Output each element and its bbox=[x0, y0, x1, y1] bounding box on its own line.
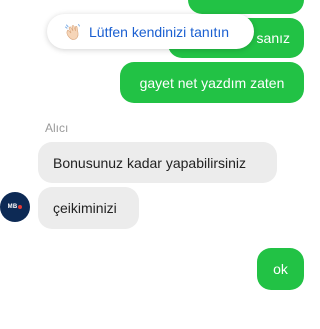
introduce-yourself-button[interactable]: Lütfen kendinizi tanıtın bbox=[47, 14, 254, 49]
outgoing-message: gayet net yazdım zaten bbox=[120, 62, 304, 103]
message-text: sanız bbox=[256, 30, 290, 46]
message-text: Bonusunuz kadar yapabilirsiniz bbox=[53, 154, 246, 171]
outgoing-message bbox=[188, 0, 304, 14]
waving-hand-icon bbox=[65, 23, 80, 40]
incoming-message: çeikiminizi bbox=[38, 187, 139, 229]
message-text: gayet net yazdım zaten bbox=[139, 74, 285, 91]
message-text: ok bbox=[273, 261, 288, 277]
message-text: çeikiminizi bbox=[53, 200, 117, 216]
incoming-message: Bonusunuz kadar yapabilirsiniz bbox=[38, 142, 277, 183]
sender-name: Alıcı bbox=[45, 121, 69, 135]
introduce-yourself-label: Lütfen kendinizi tanıtın bbox=[89, 23, 230, 40]
outgoing-message: ok bbox=[257, 248, 304, 290]
chat-thread: sanız Lütfen kendinizi tanıtın gayet net… bbox=[0, 0, 309, 329]
avatar-logo: MB bbox=[8, 204, 23, 210]
avatar: MB bbox=[0, 192, 30, 222]
